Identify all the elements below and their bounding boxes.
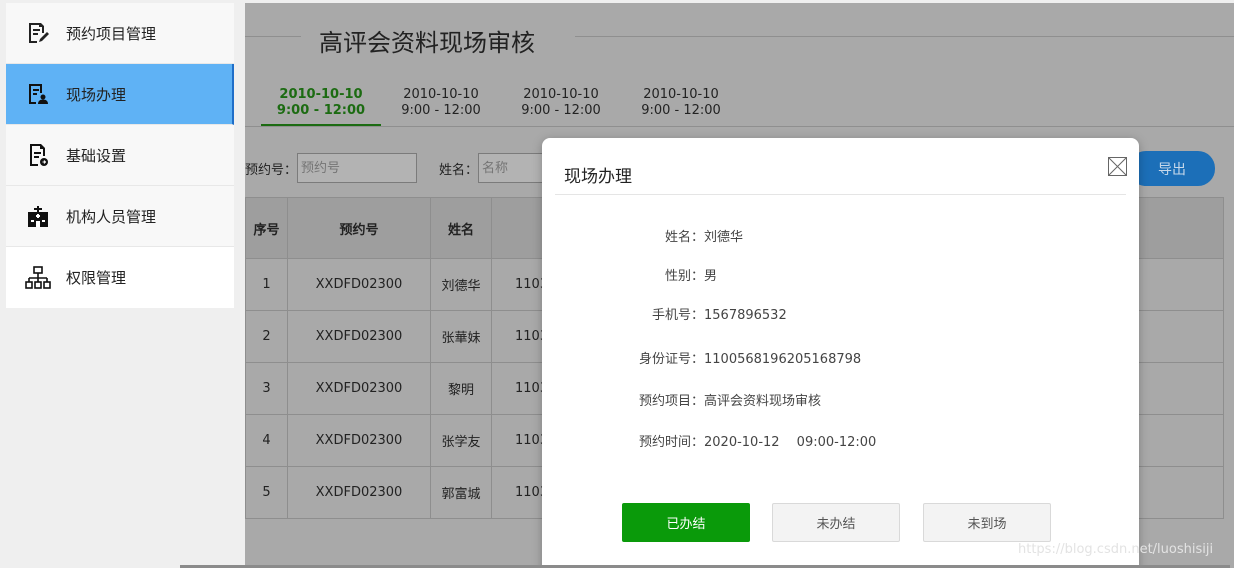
date-tabs: 2010-10-10 9:00 - 12:00 2010-10-10 9:00 … [261,83,741,127]
page-header: 高评会资料现场审核 [245,3,1234,73]
field-phone: 手机号：1567896532 [542,304,1139,323]
field-value: 1567896532 [704,308,787,323]
tab-session-2[interactable]: 2010-10-10 9:00 - 12:00 [381,83,501,127]
column-header-no: 序号 [245,197,288,259]
field-label: 预约时间： [638,435,704,450]
sidebar-item-label: 预约项目管理 [66,24,157,43]
column-header-booking: 预约号 [287,197,431,259]
field-label: 预约项目： [638,394,704,409]
edit-document-icon [24,19,52,47]
watermark: https://blog.csdn.net/luoshisiji [1018,542,1214,557]
not-done-button[interactable]: 未办结 [772,503,900,542]
person-document-icon [24,80,52,108]
sidebar-item-label: 机构人员管理 [66,207,157,226]
modal-title: 现场办理 [564,167,632,187]
tab-session-1[interactable]: 2010-10-10 9:00 - 12:00 [261,83,381,127]
title-divider-right [575,36,1234,37]
field-gender: 性别：男 [542,265,1139,284]
sidebar-item-booking-projects[interactable]: 预约项目管理 [6,3,234,64]
field-label: 手机号： [651,308,704,323]
field-label: 性别： [664,269,704,284]
tab-date: 2010-10-10 [523,87,599,102]
field-label: 身份证号： [638,352,704,367]
tab-date: 2010-10-10 [643,87,719,102]
field-value: 1100568196205168798 [704,352,862,367]
field-project: 预约项目：高评会资料现场审核 [542,390,1139,409]
sidebar-item-label: 权限管理 [66,269,127,287]
cell-booking: XXDFD02300 [287,310,431,363]
field-time: 预约时间：2020-10-12 09:00-12:00 [542,431,1139,450]
modal-divider [555,194,1126,195]
cell-no: 1 [245,258,288,311]
tabs-divider [245,126,1234,127]
field-value: 2020-10-12 09:00-12:00 [704,435,877,450]
column-header-name: 姓名 [430,197,492,259]
cell-name: 郭富城 [430,466,492,519]
cell-booking: XXDFD02300 [287,362,431,415]
done-button[interactable]: 已办结 [622,503,750,542]
booking-filter-label: 预约号： [245,162,298,178]
sidebar-item-org-staff[interactable]: 机构人员管理 [6,186,234,247]
tab-session-3[interactable]: 2010-10-10 9:00 - 12:00 [501,83,621,127]
cell-name: 张華妹 [430,310,492,363]
hierarchy-icon [24,264,52,292]
tab-time: 9:00 - 12:00 [401,103,481,118]
building-icon [24,202,52,230]
tab-time: 9:00 - 12:00 [641,103,721,118]
close-icon[interactable] [1108,157,1127,176]
cell-booking: XXDFD02300 [287,414,431,467]
field-value: 刘德华 [704,230,744,245]
field-id-number: 身份证号：1100568196205168798 [542,348,1139,367]
sidebar: 预约项目管理 现场办理 基础设置 机构人员管理 权限管理 [6,3,234,308]
tab-time: 9:00 - 12:00 [521,103,601,118]
cell-no: 3 [245,362,288,415]
booking-number-input[interactable] [297,153,418,183]
settings-document-icon [24,141,52,169]
field-value: 高评会资料现场审核 [704,394,822,409]
cell-no: 2 [245,310,288,363]
cell-no: 5 [245,466,288,519]
cell-no: 4 [245,414,288,467]
cell-name: 刘德华 [430,258,492,311]
sidebar-item-onsite[interactable]: 现场办理 [6,64,234,125]
field-label: 姓名： [664,230,704,245]
sidebar-item-basic-settings[interactable]: 基础设置 [6,125,234,186]
page-title: 高评会资料现场审核 [319,29,535,57]
booking-filter: 预约号： [245,153,418,183]
title-divider-left [245,36,301,37]
sidebar-item-permissions[interactable]: 权限管理 [6,247,234,308]
field-name: 姓名：刘德华 [542,226,1139,245]
field-value: 男 [704,269,718,284]
cell-name: 张学友 [430,414,492,467]
sidebar-item-label: 现场办理 [66,85,127,104]
name-filter-label: 姓名： [439,162,479,178]
sidebar-item-label: 基础设置 [66,146,127,165]
tab-session-4[interactable]: 2010-10-10 9:00 - 12:00 [621,83,741,127]
export-button[interactable]: 导出 [1129,151,1215,186]
cell-booking: XXDFD02300 [287,258,431,311]
cell-booking: XXDFD02300 [287,466,431,519]
tab-time: 9:00 - 12:00 [276,103,366,118]
tab-date: 2010-10-10 [279,87,363,102]
absent-button[interactable]: 未到场 [923,503,1051,542]
cell-name: 黎明 [430,362,492,415]
onsite-modal: 现场办理 姓名：刘德华 性别：男 手机号：1567896532 身份证号：110… [542,138,1139,568]
tab-date: 2010-10-10 [403,87,479,102]
